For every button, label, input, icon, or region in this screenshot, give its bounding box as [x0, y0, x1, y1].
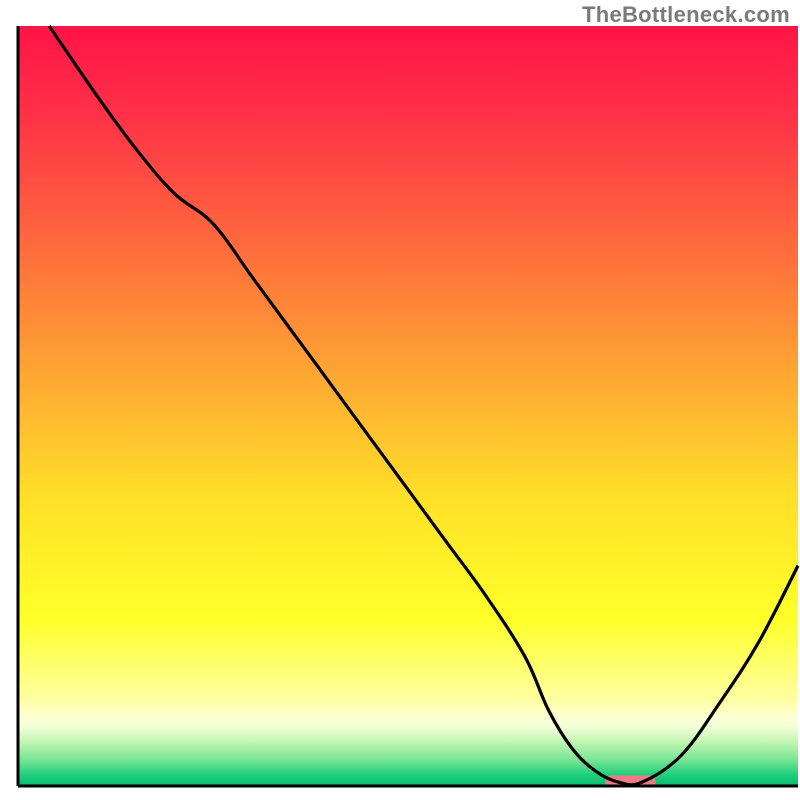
bottleneck-chart: [0, 0, 800, 800]
gradient-background: [18, 26, 798, 786]
chart-container: TheBottleneck.com: [0, 0, 800, 800]
watermark-text: TheBottleneck.com: [582, 2, 790, 28]
